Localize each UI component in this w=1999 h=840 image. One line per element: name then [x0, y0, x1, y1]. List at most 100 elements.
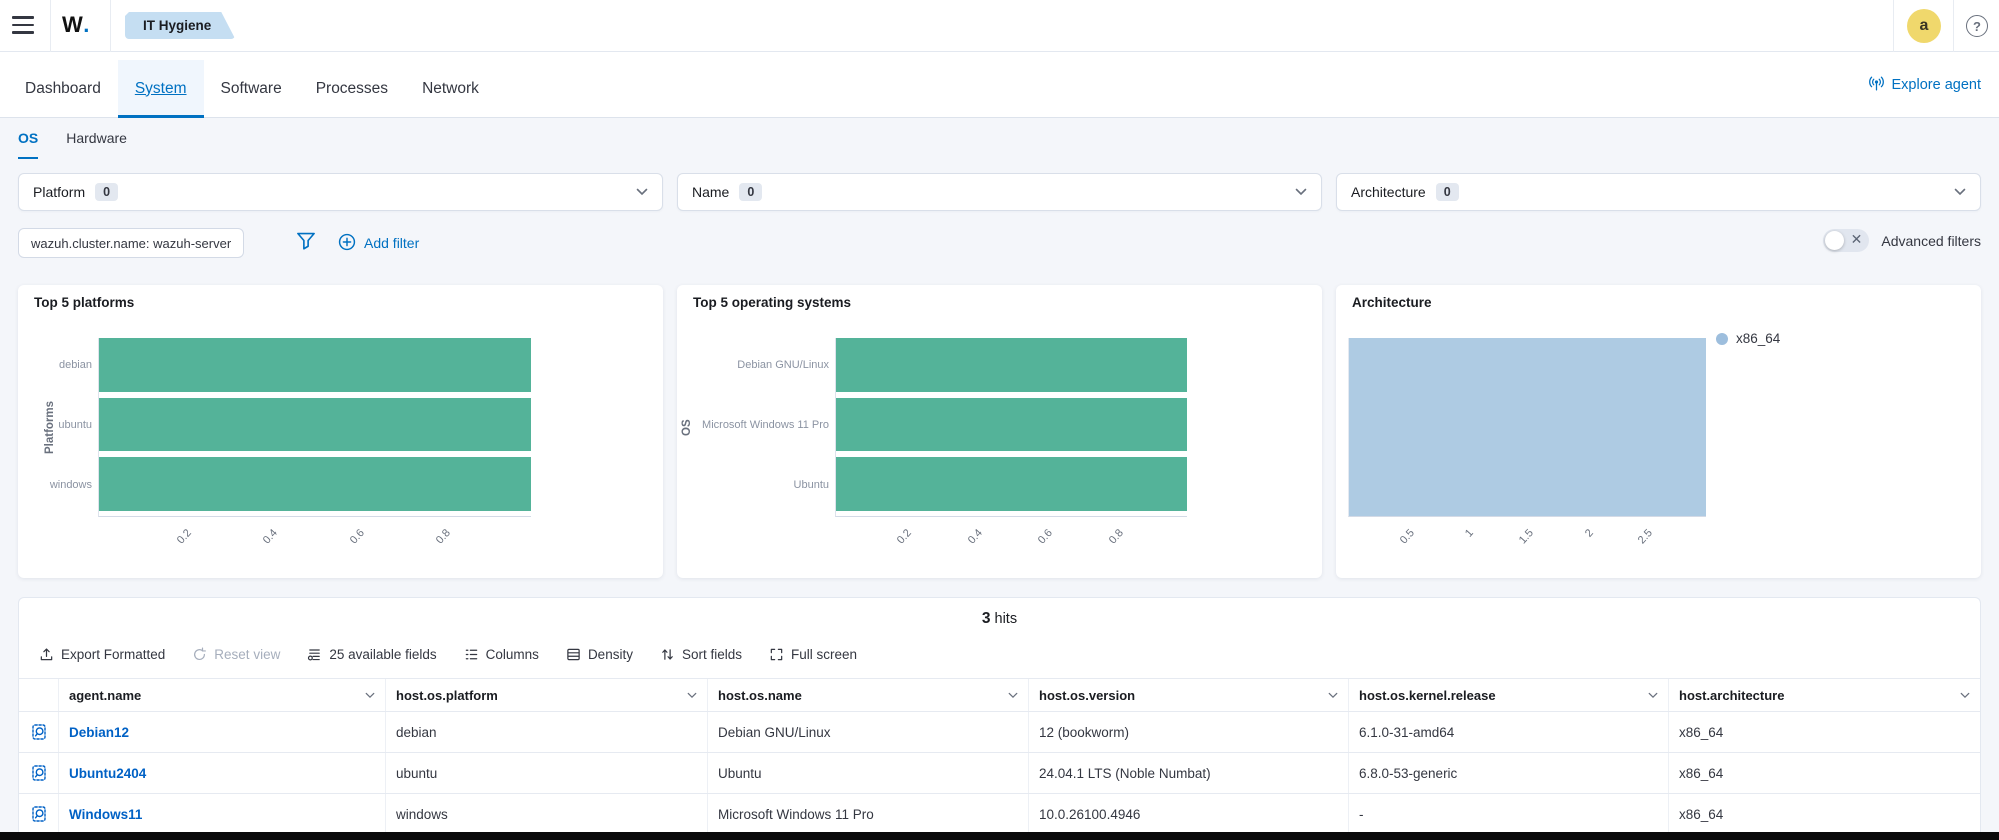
subtab-hardware[interactable]: Hardware: [66, 130, 127, 159]
chart-title: Architecture: [1352, 295, 1432, 310]
chevron-down-icon[interactable]: [687, 692, 697, 699]
column-header-host-os-version[interactable]: host.os.version: [1029, 679, 1349, 711]
column-header-agent-name[interactable]: agent.name: [59, 679, 386, 711]
tab-system[interactable]: System: [118, 60, 204, 117]
tab-software[interactable]: Software: [204, 60, 299, 117]
hamburger-menu-icon[interactable]: [12, 16, 34, 34]
columns-icon: [464, 647, 479, 662]
chevron-down-icon[interactable]: [1008, 692, 1018, 699]
add-filter-button[interactable]: Add filter: [338, 228, 419, 258]
bar-debian[interactable]: [99, 338, 531, 392]
subtab-os[interactable]: OS: [18, 130, 38, 159]
agent-link[interactable]: Windows11: [69, 807, 142, 822]
chart-title: Top 5 operating systems: [693, 295, 851, 310]
x-tick-label: 0.2: [888, 527, 914, 554]
bar-ubuntu[interactable]: [99, 398, 531, 452]
top-header-bar: W. IT Hygiene a ?: [0, 0, 1999, 52]
column-header-host-os-kernel-release[interactable]: host.os.kernel.release: [1349, 679, 1669, 711]
column-header-host-os-platform[interactable]: host.os.platform: [386, 679, 708, 711]
results-panel: 3hits Export Formatted Reset view 25 ava…: [18, 597, 1981, 832]
fields-icon: [307, 647, 322, 662]
x-tick-label: 1.5: [1510, 527, 1536, 554]
chevron-down-icon: [636, 188, 648, 196]
bar-Microsoft Windows 11 Pro[interactable]: [836, 398, 1187, 452]
column-header-host-architecture[interactable]: host.architecture: [1669, 679, 1980, 711]
hits-count: 3hits: [19, 610, 1980, 632]
legend-dot-icon: [1716, 333, 1728, 345]
export-icon: [39, 647, 54, 662]
filter-selects-row: Platform 0 Name 0 Architecture 0: [18, 173, 1981, 211]
chevron-down-icon[interactable]: [1960, 692, 1970, 699]
y-axis-category-label: debian: [18, 338, 92, 392]
chart-title: Top 5 platforms: [34, 295, 134, 310]
inspect-document-icon[interactable]: [30, 764, 48, 782]
tab-network[interactable]: Network: [405, 60, 496, 117]
agent-link[interactable]: Ubuntu2404: [69, 766, 146, 781]
table-header-row: agent.name host.os.platform host.os.name…: [19, 679, 1980, 712]
divider: [1953, 0, 1954, 52]
table-row: Debian12 debian Debian GNU/Linux 12 (boo…: [19, 712, 1980, 753]
advanced-filters-toggle[interactable]: ✕: [1823, 229, 1869, 252]
chevron-down-icon[interactable]: [365, 692, 375, 699]
app-title-badge: IT Hygiene: [125, 12, 235, 39]
help-icon[interactable]: ?: [1966, 15, 1988, 37]
x-tick-label: 0.2: [167, 527, 193, 554]
divider: [1893, 0, 1894, 52]
inspect-document-icon[interactable]: [30, 723, 48, 741]
leading-controls-header: [19, 679, 59, 711]
density-button[interactable]: Density: [566, 647, 633, 662]
inspect-document-icon[interactable]: [30, 805, 48, 823]
x-tick-label: 0.6: [1029, 527, 1055, 554]
reset-view-button[interactable]: Reset view: [192, 647, 280, 662]
area-plot-area: [1348, 338, 1706, 517]
x-tick-label: 0.5: [1390, 527, 1416, 554]
chevron-down-icon: [1295, 188, 1307, 196]
columns-button[interactable]: Columns: [464, 647, 539, 662]
available-fields-button[interactable]: 25 available fields: [307, 647, 436, 662]
table-row: Ubuntu2404 ubuntu Ubuntu 24.04.1 LTS (No…: [19, 753, 1980, 794]
bar-Ubuntu[interactable]: [836, 457, 1187, 511]
x-tick-label: 0.8: [1099, 527, 1125, 554]
export-formatted-button[interactable]: Export Formatted: [39, 647, 165, 662]
top-5-operating-systems-chart: Top 5 operating systems OS Debian GNU/Li…: [677, 285, 1322, 578]
top-5-platforms-chart: Top 5 platforms Platforms debianubuntuwi…: [18, 285, 663, 578]
chevron-down-icon[interactable]: [1648, 692, 1658, 699]
bar-Debian GNU/Linux[interactable]: [836, 338, 1187, 392]
module-tab-bar: Dashboard System Software Processes Netw…: [0, 52, 1999, 118]
x-axis-ticks: 0.20.40.60.8: [98, 521, 531, 563]
architecture-select[interactable]: Architecture 0: [1336, 173, 1981, 211]
sort-fields-button[interactable]: Sort fields: [660, 647, 742, 662]
filter-funnel-icon[interactable]: [296, 231, 316, 256]
x-tick-label: 2.5: [1629, 527, 1655, 554]
divider: [110, 0, 111, 52]
os-hardware-subtabs: OS Hardware: [18, 130, 127, 159]
x-tick-label: 2: [1569, 527, 1595, 554]
filter-bar: wazuh.cluster.name: wazuh-server Add fil…: [18, 228, 1981, 258]
datagrid-toolbar: Export Formatted Reset view 25 available…: [19, 642, 1980, 666]
bar-windows[interactable]: [99, 457, 531, 511]
chevron-down-icon[interactable]: [1328, 692, 1338, 699]
platform-select[interactable]: Platform 0: [18, 173, 663, 211]
tab-dashboard[interactable]: Dashboard: [8, 60, 118, 117]
bar-plot-area: [98, 338, 531, 517]
cluster-filter-pill[interactable]: wazuh.cluster.name: wazuh-server: [18, 228, 244, 258]
wazuh-logo[interactable]: W.: [62, 12, 90, 38]
full-screen-button[interactable]: Full screen: [769, 647, 857, 662]
toggle-off-x-icon: ✕: [1851, 231, 1863, 248]
results-table: agent.name host.os.platform host.os.name…: [19, 678, 1980, 832]
name-select[interactable]: Name 0: [677, 173, 1322, 211]
avatar[interactable]: a: [1907, 9, 1941, 43]
tab-processes[interactable]: Processes: [299, 60, 405, 117]
chart-legend[interactable]: x86_64: [1716, 331, 1780, 346]
plus-circle-icon: [338, 233, 356, 254]
bottom-edge-bar: [0, 832, 1999, 840]
architecture-chart: Architecture 0.511.522.5 x86_64: [1336, 285, 1981, 578]
charts-row: Top 5 platforms Platforms debianubuntuwi…: [18, 285, 1981, 578]
area-series-x86_64[interactable]: [1349, 338, 1706, 516]
divider: [50, 0, 51, 52]
agent-link[interactable]: Debian12: [69, 725, 129, 740]
column-header-host-os-name[interactable]: host.os.name: [708, 679, 1029, 711]
bar-plot-area: [835, 338, 1187, 517]
y-axis-category-label: windows: [18, 458, 92, 512]
explore-agent-button[interactable]: Explore agent: [1868, 52, 1981, 118]
